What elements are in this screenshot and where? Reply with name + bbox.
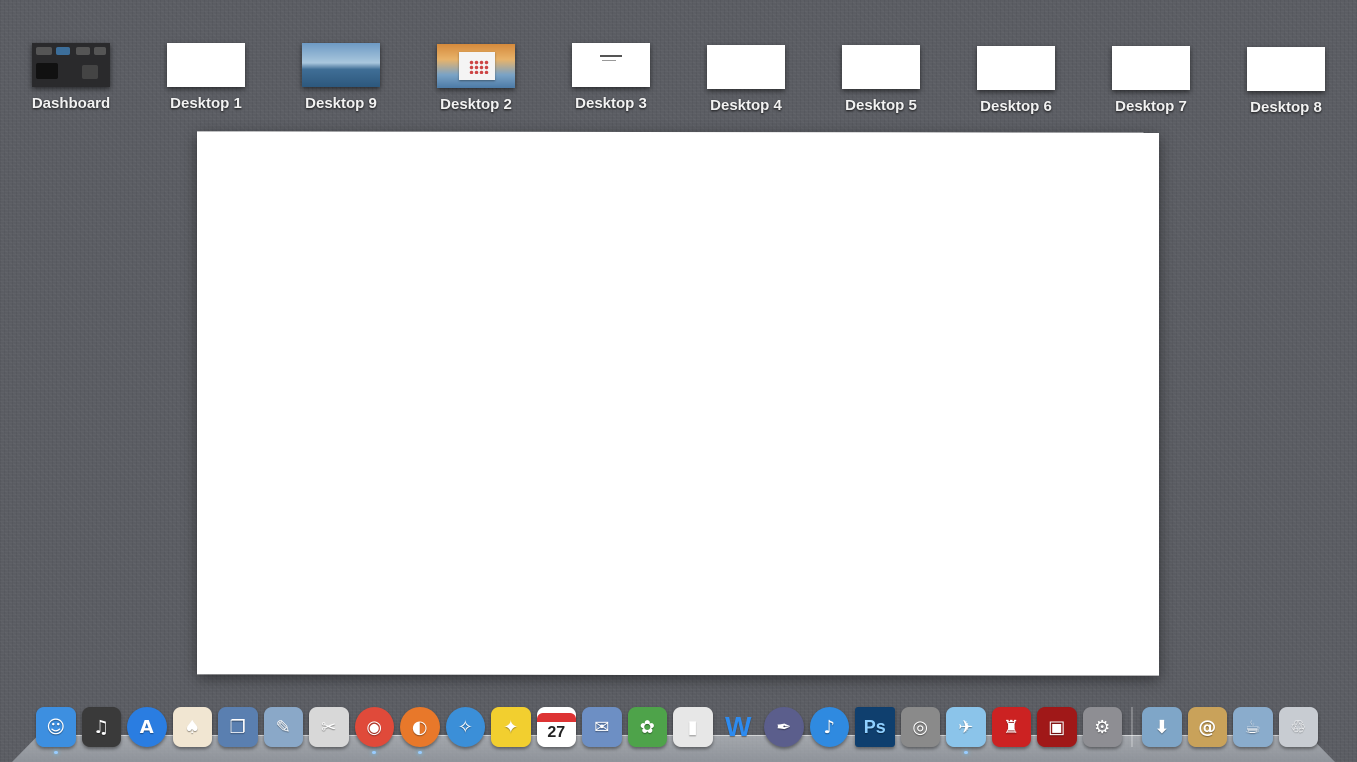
system-preferences-icon[interactable]: ⚙: [1082, 707, 1122, 747]
space-thumbnail: [707, 45, 785, 89]
spaces-bar: Dashboard Desktop 1 Desktop 9 Desktop 2 …: [0, 0, 1357, 125]
app-store-icon[interactable]: A: [127, 707, 167, 747]
photoshop-icon[interactable]: Ps: [855, 707, 895, 747]
space-label: Desktop 1: [170, 95, 242, 112]
vmware-fusion-icon[interactable]: ❐: [218, 707, 258, 747]
solitaire-icon[interactable]: ♠: [172, 707, 212, 747]
chrome-icon[interactable]: ◉: [354, 707, 394, 754]
space-label: Dashboard: [31, 95, 111, 112]
downloads-folder-icon[interactable]: ⬇: [1142, 707, 1182, 747]
red-chair-icon[interactable]: ♜: [991, 707, 1031, 747]
calendar-day: 27: [547, 723, 566, 741]
tweetie-icon[interactable]: ✈: [946, 707, 986, 754]
space-desktop-3[interactable]: Desktop 3: [551, 43, 671, 112]
mail-icon[interactable]: ✉: [582, 707, 622, 747]
space-thumbnail: [842, 45, 920, 89]
running-indicator: [417, 751, 422, 754]
trash-icon[interactable]: ♲: [1278, 707, 1318, 747]
firefox-icon[interactable]: ◐: [400, 707, 440, 754]
itunes-icon[interactable]: ♪: [809, 707, 849, 747]
space-desktop-6[interactable]: Desktop 6: [956, 46, 1076, 115]
photo-booth-icon[interactable]: ▣: [1037, 707, 1077, 747]
facetime-icon[interactable]: ◎: [900, 707, 940, 747]
space-desktop-1[interactable]: Desktop 1: [146, 43, 266, 112]
space-label: Desktop 9: [305, 95, 377, 112]
space-thumbnail: [32, 43, 110, 87]
space-desktop-4[interactable]: Desktop 4: [686, 45, 806, 114]
dashboard-app-icon[interactable]: ♫: [81, 707, 121, 747]
dock-separator: [1131, 707, 1133, 747]
space-desktop-8[interactable]: Desktop 8: [1226, 47, 1346, 116]
space-thumbnail: [1112, 46, 1190, 90]
space-thumbnail: [977, 46, 1055, 90]
space-label: Desktop 7: [1115, 98, 1187, 115]
space-desktop-5[interactable]: Desktop 5: [821, 45, 941, 114]
space-label: Desktop 2: [440, 96, 512, 113]
space-desktop-9[interactable]: Desktop 9: [281, 43, 401, 112]
space-thumbnail: [167, 43, 245, 87]
finder-icon[interactable]: ☺: [36, 707, 76, 754]
scissors-app-icon[interactable]: ✂: [309, 707, 349, 747]
address-book-icon[interactable]: @: [1187, 707, 1227, 747]
space-label: Desktop 3: [575, 95, 647, 112]
space-label: Desktop 8: [1250, 99, 1322, 116]
running-indicator: [53, 751, 58, 754]
dock-items: ☺ ♫ A ♠ ❐ ✎ ✂ ◉ ◐ ✧ ✦ 27 ✉ ✿ ▮ W ✒ ♪ Ps ◎ ✈ ♜ ▣ ⚙ ⬇ @ ☕ ♲: [36, 707, 1318, 754]
space-thumbnail: [572, 43, 650, 87]
quill-icon[interactable]: ✒: [764, 707, 804, 747]
space-label: Desktop 6: [980, 98, 1052, 115]
current-desktop-preview[interactable]: [197, 131, 1159, 676]
dock: ☺ ♫ A ♠ ❐ ✎ ✂ ◉ ◐ ✧ ✦ 27 ✉ ✿ ▮ W ✒ ♪ Ps ◎ ✈ ♜ ▣ ⚙ ⬇ @ ☕ ♲: [0, 700, 1357, 762]
space-label: Desktop 4: [710, 97, 782, 114]
space-dashboard[interactable]: Dashboard: [11, 43, 131, 112]
space-desktop-2[interactable]: Desktop 2: [416, 44, 536, 113]
applications-folder-icon[interactable]: ☕: [1233, 707, 1273, 747]
word-icon[interactable]: W: [719, 707, 759, 747]
space-thumbnail: [1247, 47, 1325, 91]
safari-icon[interactable]: ✧: [445, 707, 485, 747]
preview-icon[interactable]: ✎: [263, 707, 303, 747]
space-desktop-7[interactable]: Desktop 7: [1091, 46, 1211, 115]
space-label: Desktop 5: [845, 97, 917, 114]
space-thumbnail: [437, 44, 515, 88]
iphoto-icon[interactable]: ✿: [627, 707, 667, 747]
twitter-bird-icon[interactable]: ✦: [491, 707, 531, 747]
stocks-icon[interactable]: ▮: [673, 707, 713, 747]
running-indicator: [963, 751, 968, 754]
calendar-header: [536, 712, 576, 722]
space-thumbnail: [302, 43, 380, 87]
calendar-icon[interactable]: 27: [536, 707, 576, 747]
